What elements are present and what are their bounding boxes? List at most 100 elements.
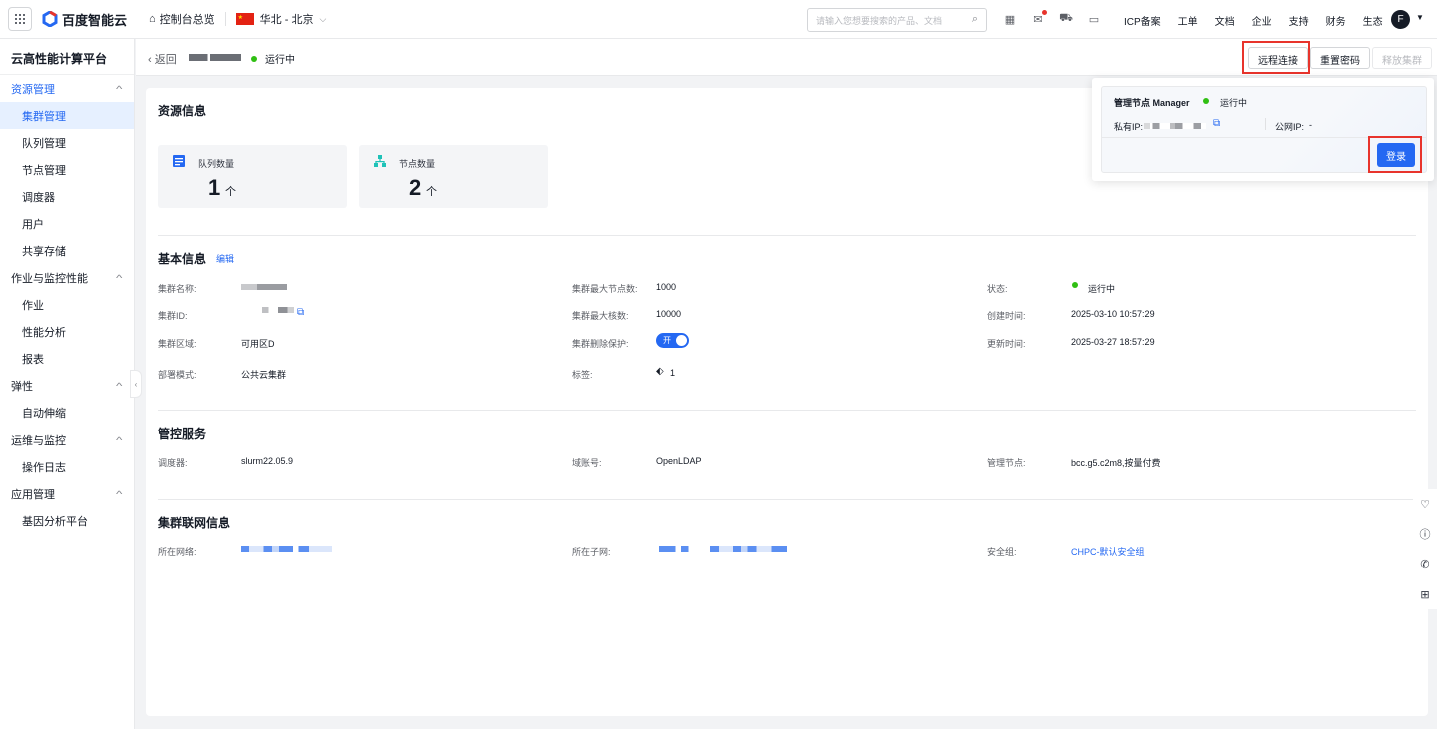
chevron-up-icon: ^	[115, 272, 123, 283]
edit-link[interactable]: 编辑	[216, 252, 234, 265]
sidebar-collapse-icon[interactable]: ‹	[130, 370, 142, 398]
menu-icp[interactable]: ICP备案	[1124, 13, 1161, 28]
sidebar-group-label: 应用管理	[11, 488, 55, 501]
menu-support[interactable]: 支持	[1289, 13, 1309, 28]
sidebar-item-perf[interactable]: 性能分析	[0, 318, 134, 345]
search-input[interactable]: 请输入您想要搜索的产品、文档 ⌕	[807, 8, 987, 32]
queue-count-card: 队列数量 1 个	[158, 145, 347, 208]
section-title-control: 管控服务	[158, 427, 207, 441]
sidebar-group-ops[interactable]: 运维与监控 ^	[0, 426, 134, 453]
apps-grid-icon[interactable]: ⊞	[1413, 579, 1437, 609]
sidebar-item-queue[interactable]: 队列管理	[0, 129, 134, 156]
sidebar-group-label: 运维与监控	[11, 434, 66, 447]
search-icon[interactable]: ⌕	[972, 13, 978, 26]
caret-down-icon[interactable]: ▼	[1416, 13, 1424, 22]
divider	[158, 410, 1416, 411]
node-count-card: 节点数量 2 个	[359, 145, 548, 208]
cluster-id-label: 集群ID:	[158, 311, 188, 321]
divider	[224, 12, 226, 26]
status-badge: 运行中	[251, 51, 295, 66]
queue-icon	[173, 155, 185, 167]
message-icon[interactable]: ✉	[1031, 10, 1047, 26]
highlight-box	[1242, 41, 1310, 74]
qrcode-icon[interactable]: ▦	[1003, 12, 1017, 26]
manager-node-label: 管理节点:	[987, 458, 1026, 468]
cluster-zone-label: 集群区域:	[158, 339, 197, 349]
domain-account-value: OpenLDAP	[656, 456, 702, 466]
app-grid-icon[interactable]	[8, 7, 32, 31]
subnet-redacted-link[interactable]	[659, 546, 787, 552]
copy-icon[interactable]: ⧉	[1213, 118, 1220, 129]
sidebar-group-jobs[interactable]: 作业与监控性能 ^	[0, 264, 134, 291]
sidebar-item-autoscale[interactable]: 自动伸缩	[0, 399, 134, 426]
bill-icon[interactable]: ▭	[1087, 12, 1101, 26]
cart-icon[interactable]: ⛟	[1059, 12, 1073, 26]
sidebar-group-elastic[interactable]: 弹性 ^	[0, 372, 134, 399]
reset-password-button[interactable]: 重置密码	[1310, 47, 1370, 69]
feedback-heart-icon[interactable]: ♡	[1413, 489, 1437, 519]
created-time-label: 创建时间:	[987, 311, 1026, 321]
security-group-label: 安全组:	[987, 547, 1017, 557]
sidebar-item-report[interactable]: 报表	[0, 345, 134, 372]
sidebar-item-gene[interactable]: 基因分析平台	[0, 507, 134, 534]
divider	[158, 499, 1416, 500]
menu-ticket[interactable]: 工单	[1178, 13, 1198, 28]
vpc-redacted-link[interactable]	[241, 546, 332, 552]
menu-enterprise[interactable]: 企业	[1252, 13, 1272, 28]
sidebar-item-job[interactable]: 作业	[0, 291, 134, 318]
sidebar-item-user[interactable]: 用户	[0, 210, 134, 237]
help-icon[interactable]: ⓘ	[1413, 519, 1437, 549]
delete-protect-label: 集群删除保护:	[572, 339, 629, 349]
sidebar-item-scheduler[interactable]: 调度器	[0, 183, 134, 210]
domain-account-label: 域账号:	[572, 458, 602, 468]
chevron-down-icon: ⌵	[319, 13, 327, 24]
sidebar-group-app[interactable]: 应用管理 ^	[0, 480, 134, 507]
brand-logo[interactable]: 百度智能云	[42, 10, 127, 29]
max-cores-value: 10000	[656, 309, 682, 319]
status-dot	[1203, 98, 1209, 104]
private-ip-redacted	[1144, 123, 1206, 129]
status-dot	[251, 55, 257, 62]
section-title-basic: 基本信息	[158, 252, 207, 266]
tags-label: 标签:	[572, 370, 593, 380]
updated-time-value: 2025-03-27 18:57:29	[1071, 337, 1155, 347]
back-link[interactable]: ‹ 返回	[148, 51, 177, 67]
sidebar-item-oplog[interactable]: 操作日志	[0, 453, 134, 480]
sidebar-group-resource[interactable]: 资源管理 ^	[0, 75, 134, 102]
avatar[interactable]: F	[1391, 10, 1410, 29]
copy-icon[interactable]: ⧉	[297, 307, 304, 318]
security-group-link[interactable]: CHPC-默认安全组	[1071, 545, 1145, 558]
phone-icon[interactable]: ✆	[1413, 549, 1437, 579]
sidebar-item-node[interactable]: 节点管理	[0, 156, 134, 183]
max-nodes-label: 集群最大节点数:	[572, 284, 638, 294]
sidebar-group-label: 资源管理	[11, 83, 55, 96]
chevron-up-icon: ^	[115, 488, 123, 499]
sidebar-item-storage[interactable]: 共享存储	[0, 237, 134, 264]
cluster-name-label: 集群名称:	[158, 284, 197, 294]
menu-docs[interactable]: 文档	[1215, 13, 1235, 28]
tags-value[interactable]: 1	[670, 368, 675, 378]
sidebar-item-cluster[interactable]: 集群管理	[0, 102, 134, 129]
console-label: 控制台总览	[159, 14, 215, 26]
home-icon: ⌂	[149, 13, 156, 25]
status-text: 运行中	[265, 55, 295, 66]
delete-protect-toggle[interactable]: 开	[656, 333, 689, 348]
back-label: 返回	[154, 54, 177, 66]
menu-ecosystem[interactable]: 生态	[1363, 13, 1383, 28]
region-selector[interactable]: 华北 - 北京 ⌵	[235, 11, 327, 27]
node-tree-icon	[374, 155, 386, 167]
tag-icon[interactable]: ⬖	[656, 366, 664, 377]
chevron-left-icon: ‹	[148, 54, 155, 66]
cluster-name-redacted	[189, 54, 241, 61]
menu-finance[interactable]: 财务	[1326, 13, 1346, 28]
max-cores-label: 集群最大核数:	[572, 311, 629, 321]
status-label: 状态:	[987, 284, 1008, 294]
sidebar: 云高性能计算平台 资源管理 ^ 集群管理 队列管理 节点管理 调度器 用户 共享存…	[0, 39, 135, 729]
console-link[interactable]: ⌂ 控制台总览	[149, 11, 215, 27]
release-cluster-button[interactable]: 释放集群	[1372, 47, 1432, 69]
status-value: 运行中	[1088, 284, 1116, 294]
manager-node-value: bcc.g5.c2m8,按量付费	[1071, 458, 1161, 468]
scheduler-value: slurm22.05.9	[241, 456, 294, 466]
section-title-resource: 资源信息	[158, 104, 207, 118]
queue-count-value: 1	[208, 175, 221, 200]
